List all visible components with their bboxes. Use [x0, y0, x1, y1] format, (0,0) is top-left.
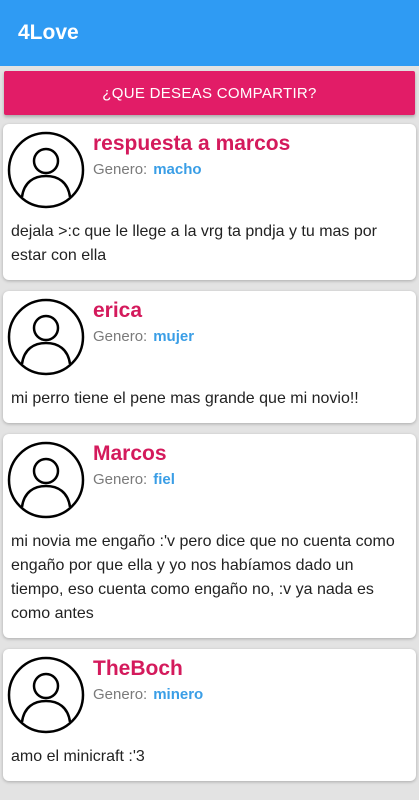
post-author: respuesta a marcos — [93, 132, 291, 155]
gender-row: Genero: macho — [93, 161, 202, 178]
app-title: 4Love — [18, 21, 79, 44]
share-button[interactable]: ¿QUE DESEAS COMPARTIR? — [4, 71, 415, 115]
gender-value: minero — [153, 686, 204, 703]
post-text: amo el minicraft :'3 — [11, 748, 145, 765]
gender-label: Genero: — [93, 686, 148, 703]
user-avatar-icon — [7, 298, 85, 376]
post-header: respuesta a marcos Genero: macho — [3, 124, 416, 209]
user-avatar-icon — [7, 441, 85, 519]
post-card[interactable]: erica Genero: mujer mi perro tiene el pen… — [3, 291, 416, 423]
post-card[interactable]: TheBoch Genero: minero amo el minicraft :… — [3, 649, 416, 781]
gender-value: mujer — [153, 328, 195, 345]
user-avatar-icon — [7, 131, 85, 209]
gender-label: Genero: — [93, 161, 148, 178]
post-header: erica Genero: mujer — [3, 291, 416, 376]
post-author: erica — [93, 299, 143, 322]
post-author: TheBoch — [93, 657, 183, 680]
post-card[interactable]: Marcos Genero: fiel mi novia me engaño :'… — [3, 434, 416, 638]
gender-label: Genero: — [93, 471, 148, 488]
gender-row: Genero: mujer — [93, 328, 194, 345]
user-avatar-icon — [7, 656, 85, 734]
app-bar: 4Love — [0, 0, 419, 66]
gender-row: Genero: minero — [93, 686, 203, 703]
post-text: mi perro tiene el pene mas grande que mi… — [11, 390, 359, 407]
gender-row: Genero: fiel — [93, 471, 175, 488]
post-feed: respuesta a marcos Genero: macho dejala >… — [3, 124, 416, 792]
post-text: mi novia me engaño :'v pero dice que no … — [11, 533, 395, 622]
gender-value: fiel — [153, 471, 175, 488]
post-card[interactable]: respuesta a marcos Genero: macho dejala >… — [3, 124, 416, 280]
share-section: ¿QUE DESEAS COMPARTIR? — [0, 66, 419, 115]
post-header: Marcos Genero: fiel — [3, 434, 416, 519]
post-header: TheBoch Genero: minero — [3, 649, 416, 734]
gender-value: macho — [153, 161, 202, 178]
post-author: Marcos — [93, 442, 167, 465]
post-text: dejala >:c que le llege a la vrg ta pndj… — [11, 223, 377, 264]
gender-label: Genero: — [93, 328, 148, 345]
